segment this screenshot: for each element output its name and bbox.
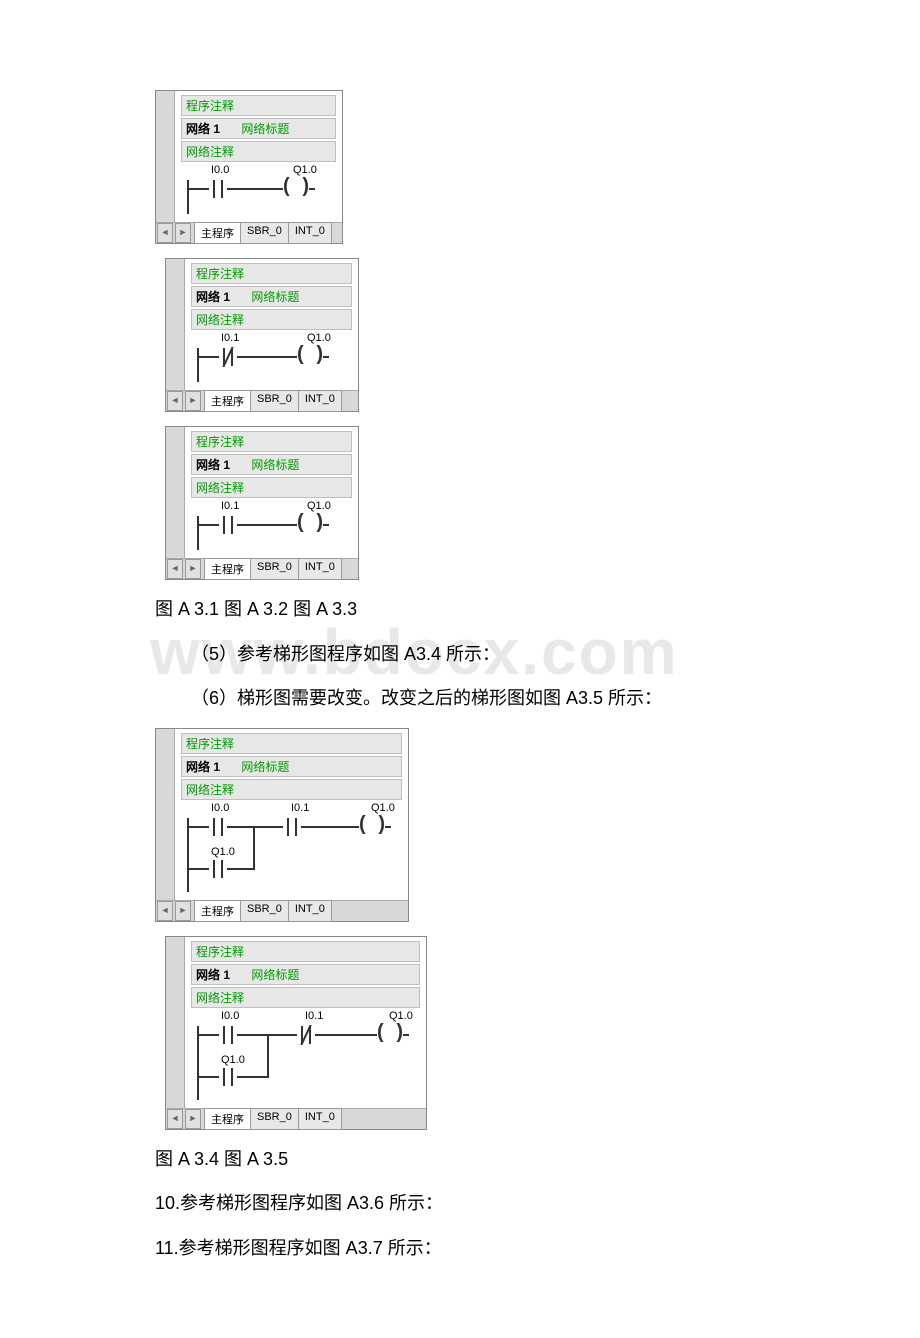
text-line-10: 10.参考梯形图程序如图 A3.6 所示： [155,1188,780,1219]
network-label: 网络 1 [196,290,230,304]
tab-int[interactable]: INT_0 [298,390,342,412]
network-title: 网络标题 [251,458,299,472]
tab-bar: ◄ ► 主程序 SBR_0 INT_0 [156,900,408,921]
caption-a34-a35: 图 A 3.4 图 A 3.5 [155,1144,780,1175]
tab-int[interactable]: INT_0 [288,900,332,922]
tab-main[interactable]: 主程序 [194,222,241,244]
network-comment: 网络注释 [181,779,402,800]
contact-address: I0.1 [221,500,239,512]
program-comment: 程序注释 [191,431,352,452]
editor-gutter [166,259,185,390]
ladder-rung: I0.0 Q1.0 () [181,164,336,222]
hold-contact-address: Q1.0 [221,1054,245,1066]
network-header: 网络 1 网络标题 [191,454,352,475]
contact1-address: I0.0 [211,802,229,814]
network-title: 网络标题 [251,290,299,304]
tab-nav-right[interactable]: ► [185,391,201,411]
network-title: 网络标题 [241,122,289,136]
hold-contact-address: Q1.0 [211,846,235,858]
tab-int[interactable]: INT_0 [288,222,332,244]
figure-a3-3: 程序注释 网络 1 网络标题 网络注释 I0.1 Q1.0 () [165,426,359,580]
network-label: 网络 1 [196,458,230,472]
tab-main[interactable]: 主程序 [204,1108,251,1130]
contact1-address: I0.0 [221,1010,239,1022]
network-header: 网络 1 网络标题 [191,286,352,307]
contact-address: I0.1 [221,332,239,344]
tab-int[interactable]: INT_0 [298,558,342,580]
network-header: 网络 1 网络标题 [181,118,336,139]
tab-sbr[interactable]: SBR_0 [240,900,289,922]
tab-sbr[interactable]: SBR_0 [240,222,289,244]
network-title: 网络标题 [251,968,299,982]
figure-a3-5: 程序注释 网络 1 网络标题 网络注释 I0.0 I0.1 Q1.0 Q1.0 [165,936,427,1130]
network-label: 网络 1 [186,122,220,136]
tab-bar: ◄ ► 主程序 SBR_0 INT_0 [166,558,358,579]
network-comment: 网络注释 [191,309,352,330]
network-title: 网络标题 [241,760,289,774]
ladder-rung: I0.1 Q1.0 () [191,500,352,558]
tab-bar: ◄ ► 主程序 SBR_0 INT_0 [156,222,342,243]
figure-a3-4: 程序注释 网络 1 网络标题 网络注释 I0.0 I0.1 Q1.0 Q1.0 [155,728,409,922]
caption-a31-a32-a33: 图 A 3.1 图 A 3.2 图 A 3.3 [155,594,780,625]
tab-nav-left[interactable]: ◄ [167,1109,183,1129]
tab-main[interactable]: 主程序 [204,558,251,580]
coil-address: Q1.0 [371,802,395,814]
tab-nav-right[interactable]: ► [185,1109,201,1129]
coil-address: Q1.0 [389,1010,413,1022]
ladder-rung: I0.0 I0.1 Q1.0 Q1.0 () [191,1010,420,1108]
program-comment: 程序注释 [181,95,336,116]
tab-bar: ◄ ► 主程序 SBR_0 INT_0 [166,1108,426,1129]
tab-int[interactable]: INT_0 [298,1108,342,1130]
program-comment: 程序注释 [191,941,420,962]
tab-sbr[interactable]: SBR_0 [250,558,299,580]
tab-nav-left[interactable]: ◄ [157,901,173,921]
editor-gutter [156,91,175,222]
tab-bar: ◄ ► 主程序 SBR_0 INT_0 [166,390,358,411]
tab-nav-left[interactable]: ◄ [157,223,173,243]
editor-gutter [156,729,175,900]
figure-a3-1: 程序注释 网络 1 网络标题 网络注释 I0.0 Q1.0 () [155,90,343,244]
network-header: 网络 1 网络标题 [181,756,402,777]
ladder-rung: I0.1 Q1.0 () [191,332,352,390]
text-line-6: （6）梯形图需要改变。改变之后的梯形图如图 A3.5 所示： [155,683,780,714]
tab-sbr[interactable]: SBR_0 [250,1108,299,1130]
tab-main[interactable]: 主程序 [194,900,241,922]
program-comment: 程序注释 [181,733,402,754]
text-line-11: 11.参考梯形图程序如图 A3.7 所示： [155,1233,780,1264]
program-comment: 程序注释 [191,263,352,284]
network-comment: 网络注释 [181,141,336,162]
tab-nav-left[interactable]: ◄ [167,391,183,411]
editor-gutter [166,937,185,1108]
contact2-address: I0.1 [305,1010,323,1022]
text-line-5: （5）参考梯形图程序如图 A3.4 所示： [155,639,780,670]
tab-sbr[interactable]: SBR_0 [250,390,299,412]
figure-a3-2: 程序注释 网络 1 网络标题 网络注释 I0.1 Q1.0 [165,258,359,412]
tab-nav-right[interactable]: ► [185,559,201,579]
tab-nav-right[interactable]: ► [175,901,191,921]
contact2-address: I0.1 [291,802,309,814]
network-comment: 网络注释 [191,477,352,498]
tab-nav-left[interactable]: ◄ [167,559,183,579]
network-header: 网络 1 网络标题 [191,964,420,985]
network-comment: 网络注释 [191,987,420,1008]
contact-address: I0.0 [211,164,229,176]
ladder-rung: I0.0 I0.1 Q1.0 Q1.0 () [181,802,402,900]
network-label: 网络 1 [196,968,230,982]
tab-nav-right[interactable]: ► [175,223,191,243]
tab-main[interactable]: 主程序 [204,390,251,412]
network-label: 网络 1 [186,760,220,774]
editor-gutter [166,427,185,558]
